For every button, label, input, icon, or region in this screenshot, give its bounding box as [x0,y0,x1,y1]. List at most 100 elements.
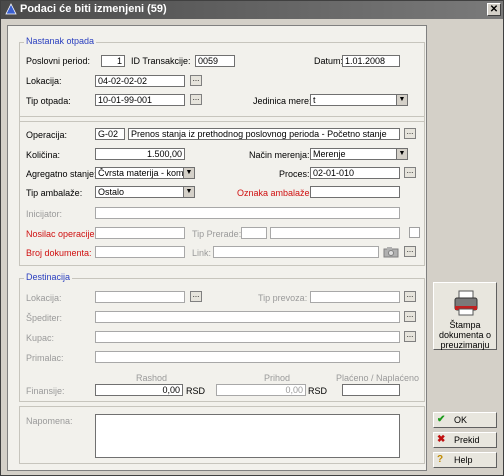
help-button[interactable]: ? Help [433,452,497,468]
kupac-browse-button[interactable]: ... [404,331,416,342]
window-title: Podaci će biti izmenjeni (59) [20,3,167,15]
tip-otpada-label: Tip otpada: [26,96,71,106]
tip-prerade-label: Tip Prerade: [192,229,242,239]
datum-field[interactable]: 1.01.2008 [342,55,400,67]
tip-prerade-browse-button[interactable] [409,227,420,238]
chevron-down-icon: ▼ [396,149,407,159]
prekid-button[interactable]: ✖ Prekid [433,432,497,448]
cancel-icon: ✖ [437,434,446,445]
proces-browse-button[interactable]: ... [404,167,416,178]
operacija-browse-button[interactable]: ... [404,128,416,139]
close-button[interactable]: ✕ [487,3,501,16]
tip-otpada-browse-button[interactable]: ... [190,94,202,105]
proces-field[interactable]: 02-01-010 [310,167,400,179]
oznaka-ambalaze-field[interactable] [310,186,400,198]
link-browse-button[interactable]: ... [404,246,416,257]
placeno-label: Plaćeno / Naplaćeno [336,373,420,383]
agregatno-stanje-select[interactable]: Čvrsta materija - komad ▼ [95,167,195,179]
agregatno-stanje-label: Agregatno stanje: [26,169,97,179]
kupac-label: Kupac: [26,333,55,343]
section-title-nastanak: Nastanak otpada [24,36,97,46]
stampa-dokumenta-label: Štampa dokumenta o preuzimanju [438,320,492,350]
app-icon [5,3,17,15]
stampa-dokumenta-button[interactable]: Štampa dokumenta o preuzimanju [433,282,497,350]
tip-ambalaze-label: Tip ambalaže: [26,188,83,198]
dialog-window: Podaci će biti izmenjeni (59) ✕ Nastanak… [0,0,504,476]
dest-lokacija-label: Lokacija: [26,293,62,303]
tip-prevoza-browse-button[interactable]: ... [404,291,416,302]
datum-label: Datum: [314,56,344,66]
section-nastanak [19,42,425,122]
inicijator-label: Inicijator: [26,209,63,219]
proces-label: Proces: [279,169,310,179]
broj-dokumenta-field[interactable] [95,246,185,258]
inicijator-field[interactable] [95,207,400,219]
primalac-label: Primalac: [26,353,64,363]
nosilac-operacije-label: Nosilac operacije: [26,229,98,239]
tip-prevoza-field[interactable] [310,291,400,303]
tip-prevoza-label: Tip prevoza: [258,293,308,303]
broj-dokumenta-label: Broj dokumenta: [26,248,92,258]
prekid-label: Prekid [454,435,480,445]
poslovni-period-field[interactable]: 1 [101,55,125,67]
id-transakcije-label: ID Transakcije: [131,56,191,66]
tip-ambalaze-value: Ostalo [98,187,125,197]
checkmark-icon: ✔ [437,414,446,425]
napomena-label: Napomena: [26,416,73,426]
jedinica-mere-value: t [313,95,316,105]
camera-icon[interactable] [383,246,399,258]
jedinica-mere-label: Jedinica mere: [253,96,312,106]
kupac-field[interactable] [95,331,400,343]
help-icon: ? [437,454,444,465]
oznaka-ambalaze-label: Oznaka ambalaže: [237,188,313,198]
chevron-down-icon: ▼ [183,187,194,197]
spediter-field[interactable] [95,311,400,323]
nacin-merenja-select[interactable]: Merenje ▼ [310,148,408,160]
spediter-label: Špediter: [26,313,63,323]
operacija-label: Operacija: [26,130,68,140]
tip-otpada-field[interactable]: 10-01-99-001 [95,94,185,106]
spediter-browse-button[interactable]: ... [404,311,416,322]
chevron-down-icon: ▼ [183,168,194,178]
poslovni-period-label: Poslovni period: [26,56,91,66]
prihod-label: Prihod [264,373,291,383]
tip-prerade-code-field[interactable] [241,227,267,239]
ok-label: OK [454,415,468,425]
link-field[interactable] [213,246,379,258]
link-label: Link: [192,248,212,258]
jedinica-mere-select[interactable]: t ▼ [310,94,408,106]
kolicina-field[interactable]: 1.500,00 [95,148,185,160]
primalac-field[interactable] [95,351,400,363]
dest-lokacija-field[interactable] [95,291,185,303]
ok-button[interactable]: ✔ OK [433,412,497,428]
section-title-destinacija: Destinacija [24,272,73,282]
operacija-code-field[interactable]: G-02 [95,128,125,140]
title-bar[interactable]: Podaci će biti izmenjeni (59) ✕ [1,1,503,19]
prihod-field[interactable]: 0,00 [216,384,306,396]
rashod-label: Rashod [136,373,168,383]
kolicina-label: Količina: [26,150,61,160]
tip-prerade-desc-field[interactable] [270,227,400,239]
nacin-merenja-label: Način merenja: [249,150,310,160]
id-transakcije-field[interactable]: 0059 [195,55,235,67]
operacija-desc-field[interactable]: Prenos stanja iz prethodnog poslovnog pe… [128,128,400,140]
close-icon: ✕ [489,4,499,15]
placeno-field[interactable] [342,384,400,396]
lokacija-field[interactable]: 04-02-02-02 [95,75,185,87]
tip-ambalaze-select[interactable]: Ostalo ▼ [95,186,195,198]
help-label: Help [454,455,473,465]
rashod-field[interactable]: 0,00 [95,384,183,396]
form-panel: Nastanak otpada Poslovni period: 1 ID Tr… [7,25,427,471]
printer-icon [454,290,478,316]
prihod-currency: RSD [308,386,328,396]
napomena-textarea[interactable] [95,414,400,458]
nacin-merenja-value: Merenje [313,149,346,159]
dest-lokacija-browse-button[interactable]: ... [190,291,202,302]
agregatno-stanje-value: Čvrsta materija - komad [98,168,194,178]
chevron-down-icon: ▼ [396,95,407,105]
lokacija-label: Lokacija: [26,76,62,86]
nosilac-operacije-field[interactable] [95,227,185,239]
lokacija-browse-button[interactable]: ... [190,75,202,86]
rashod-currency: RSD [186,386,206,396]
finansije-label: Finansije: [26,386,65,396]
